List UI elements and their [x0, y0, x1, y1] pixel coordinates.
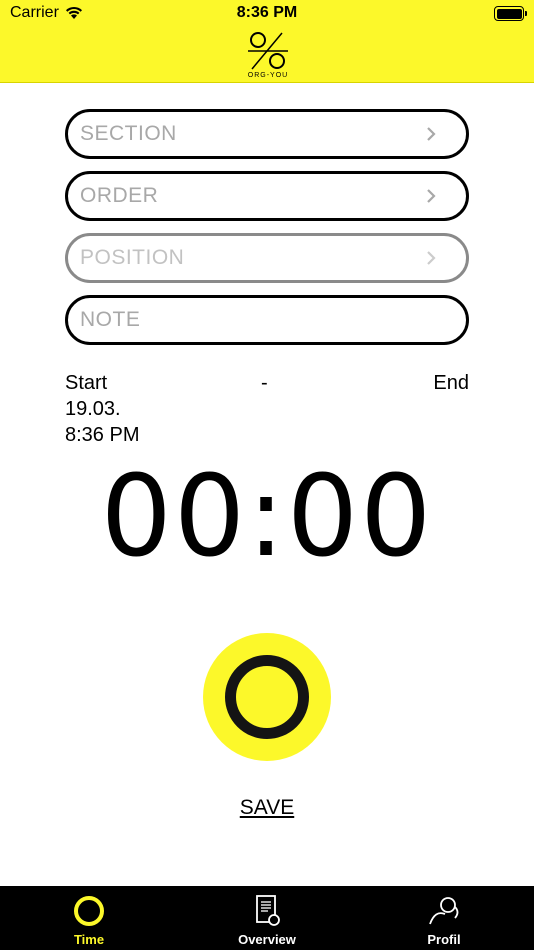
- chevron-right-icon: [427, 251, 436, 265]
- section-field[interactable]: SECTION: [65, 109, 469, 159]
- battery-icon: [494, 6, 527, 21]
- timer-display: 00:00: [100, 452, 434, 582]
- start-timer-button[interactable]: [203, 633, 331, 761]
- note-placeholder: NOTE: [80, 308, 141, 331]
- order-placeholder: ORDER: [80, 184, 159, 207]
- section-placeholder: SECTION: [80, 122, 177, 145]
- logo-mark-icon: [248, 32, 288, 70]
- time-separator: -: [261, 372, 268, 394]
- start-label: Start: [65, 372, 108, 394]
- document-icon: [256, 895, 280, 926]
- logo-text: ORG-YOU: [247, 72, 289, 79]
- chevron-right-icon: [427, 189, 436, 203]
- header-bar: Carrier 8:36 PM ORG-YOU: [0, 0, 534, 83]
- start-time: 8:36 PM: [65, 424, 140, 446]
- end-label: End: [433, 372, 469, 394]
- note-field[interactable]: NOTE: [65, 295, 469, 345]
- save-button[interactable]: SAVE: [0, 796, 534, 820]
- chevron-right-icon: [427, 127, 436, 141]
- tab-overview[interactable]: Overview: [207, 886, 327, 950]
- tab-profil[interactable]: Profil: [384, 886, 504, 950]
- org-you-logo: ORG-YOU: [246, 31, 290, 81]
- status-clock: 8:36 PM: [236, 4, 298, 21]
- circle-icon: [74, 896, 104, 926]
- start-date: 19.03.: [65, 398, 121, 420]
- status-bar: Carrier 8:36 PM: [0, 0, 534, 30]
- profile-icon: [429, 897, 459, 925]
- tab-profil-label: Profil: [427, 932, 461, 947]
- tab-bar: Time Overview Profil: [0, 886, 534, 950]
- position-field[interactable]: POSITION: [65, 233, 469, 283]
- tab-overview-label: Overview: [238, 932, 296, 947]
- record-ring-icon: [225, 655, 309, 739]
- tab-time-label: Time: [73, 932, 105, 947]
- order-field[interactable]: ORDER: [65, 171, 469, 221]
- position-placeholder: POSITION: [80, 246, 185, 269]
- tab-time[interactable]: Time: [29, 886, 149, 950]
